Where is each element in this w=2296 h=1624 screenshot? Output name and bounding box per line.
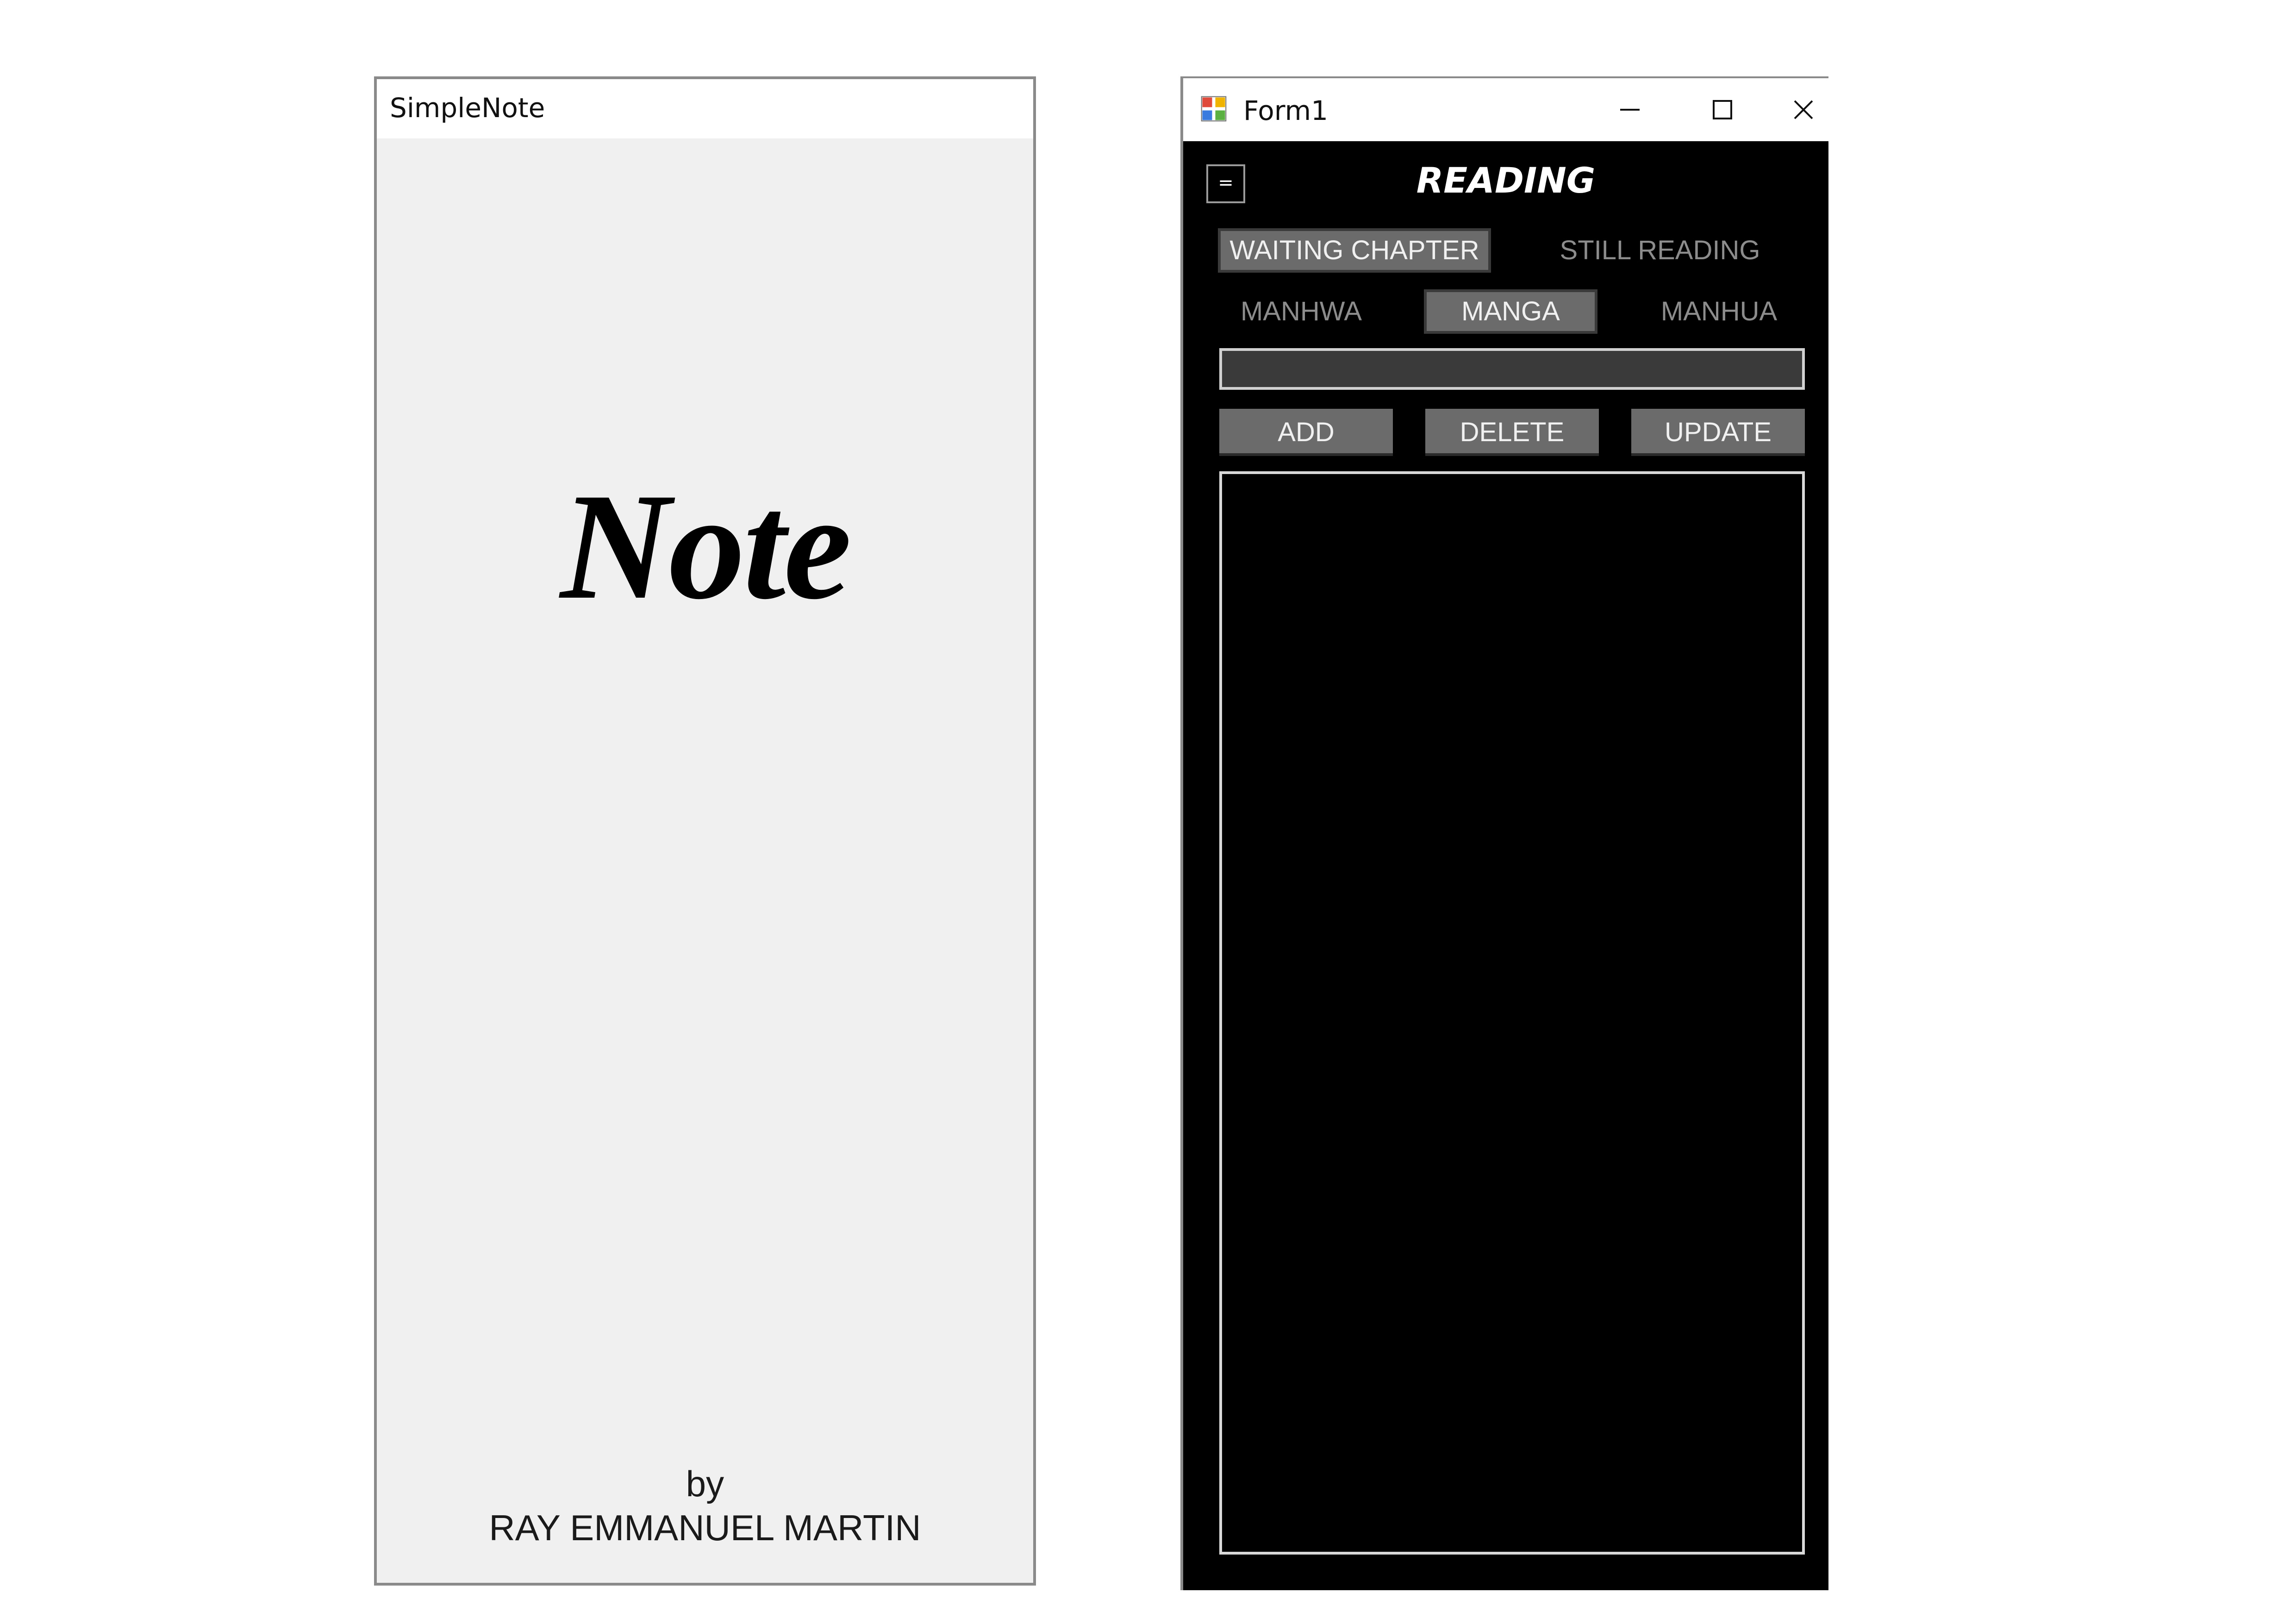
screenshot-canvas: SimpleNote Note by RAY EMMANUEL MARTIN F… (0, 0, 2296, 1624)
update-button[interactable]: UPDATE (1631, 409, 1805, 456)
minimize-button[interactable] (1591, 82, 1669, 137)
note-logo-text: Note (560, 462, 851, 631)
add-button[interactable]: ADD (1219, 409, 1393, 456)
tab-waiting-chapter[interactable]: WAITING CHAPTER (1218, 228, 1491, 273)
tab-manhua[interactable]: MANHUA (1632, 289, 1806, 334)
simplenote-window: SimpleNote Note (374, 76, 1036, 1586)
maximize-icon (1713, 100, 1732, 119)
form1-window: Form1 = READING WAITING CHAPTER STILL RE… (1180, 76, 1828, 1590)
simplenote-window-title: SimpleNote (390, 92, 545, 124)
simplenote-title-bar[interactable]: SimpleNote (377, 79, 1033, 138)
form1-window-title: Form1 (1243, 95, 1329, 126)
maximize-button[interactable] (1683, 82, 1762, 137)
tab-manga[interactable]: MANGA (1424, 289, 1597, 334)
close-button[interactable] (1776, 82, 1831, 137)
form1-title-bar[interactable]: Form1 (1183, 76, 1828, 141)
tab-manhwa[interactable]: MANHWA (1216, 289, 1387, 334)
delete-button[interactable]: DELETE (1425, 409, 1599, 456)
section-title: READING (1416, 160, 1596, 201)
form-app-icon (1201, 96, 1227, 122)
title-entry-input[interactable] (1219, 348, 1805, 390)
minimize-icon (1620, 109, 1640, 111)
tab-still-reading[interactable]: STILL READING (1523, 228, 1797, 273)
close-icon (1794, 100, 1813, 119)
reading-list-box[interactable] (1219, 471, 1805, 1555)
